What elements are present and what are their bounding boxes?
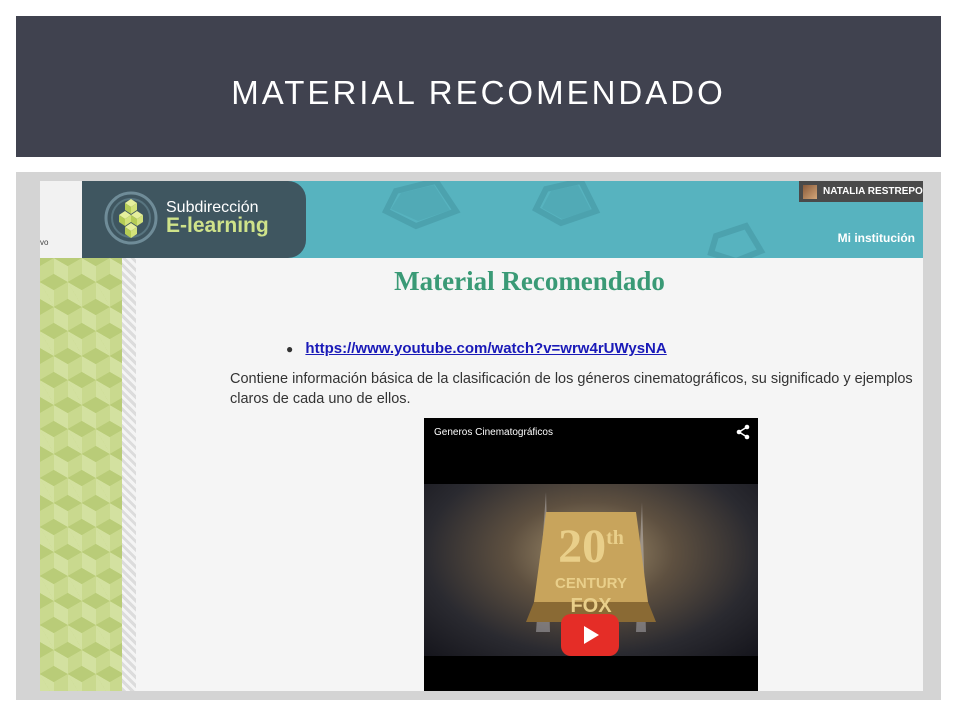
video-title[interactable]: Generos Cinematográficos xyxy=(434,427,553,438)
page-heading: Material Recomendado xyxy=(394,266,665,296)
logo-cube-icon xyxy=(104,191,158,245)
screenshot-frame: vo Subdirección E-learning NATALIA RESTR… xyxy=(16,172,941,700)
youtube-link[interactable]: https://www.youtube.com/watch?v=wrw4rUWy… xyxy=(305,340,666,357)
video-player[interactable]: Generos Cinematográficos 20th CENTURY FO… xyxy=(424,418,758,691)
slide-title-banner: MATERIAL RECOMENDADO xyxy=(16,16,941,157)
description-text: Contiene información básica de la clasif… xyxy=(230,371,913,407)
header-left-text: vo xyxy=(40,238,49,247)
fox-century-text: CENTURY xyxy=(555,575,627,592)
left-decorative-column xyxy=(40,258,122,691)
main-content: Material Recomendado ● https://www.youtu… xyxy=(136,258,923,691)
left-stripe-divider xyxy=(122,258,136,691)
logo-text-line2: E-learning xyxy=(166,214,269,237)
play-button[interactable] xyxy=(561,614,619,656)
link-list-item: ● https://www.youtube.com/watch?v=wrw4rU… xyxy=(286,340,667,357)
fox-logo-thumbnail: 20th CENTURY FOX xyxy=(526,492,656,632)
site-header: vo Subdirección E-learning NATALIA RESTR… xyxy=(40,181,923,258)
nav-mi-institucion[interactable]: Mi institución xyxy=(838,231,915,245)
user-avatar xyxy=(803,184,817,199)
video-thumbnail[interactable]: 20th CENTURY FOX xyxy=(424,484,758,656)
slide-title: MATERIAL RECOMENDADO xyxy=(231,73,726,111)
header-left-strip: vo xyxy=(40,181,82,258)
share-icon[interactable] xyxy=(736,424,750,440)
browser-screen: vo Subdirección E-learning NATALIA RESTR… xyxy=(40,181,923,691)
play-icon xyxy=(561,614,619,656)
user-name: NATALIA RESTREPO AG xyxy=(823,186,923,197)
logo-panel[interactable]: Subdirección E-learning xyxy=(82,181,306,258)
bullet: ● xyxy=(286,342,294,356)
user-menu[interactable]: NATALIA RESTREPO AG xyxy=(799,181,923,202)
